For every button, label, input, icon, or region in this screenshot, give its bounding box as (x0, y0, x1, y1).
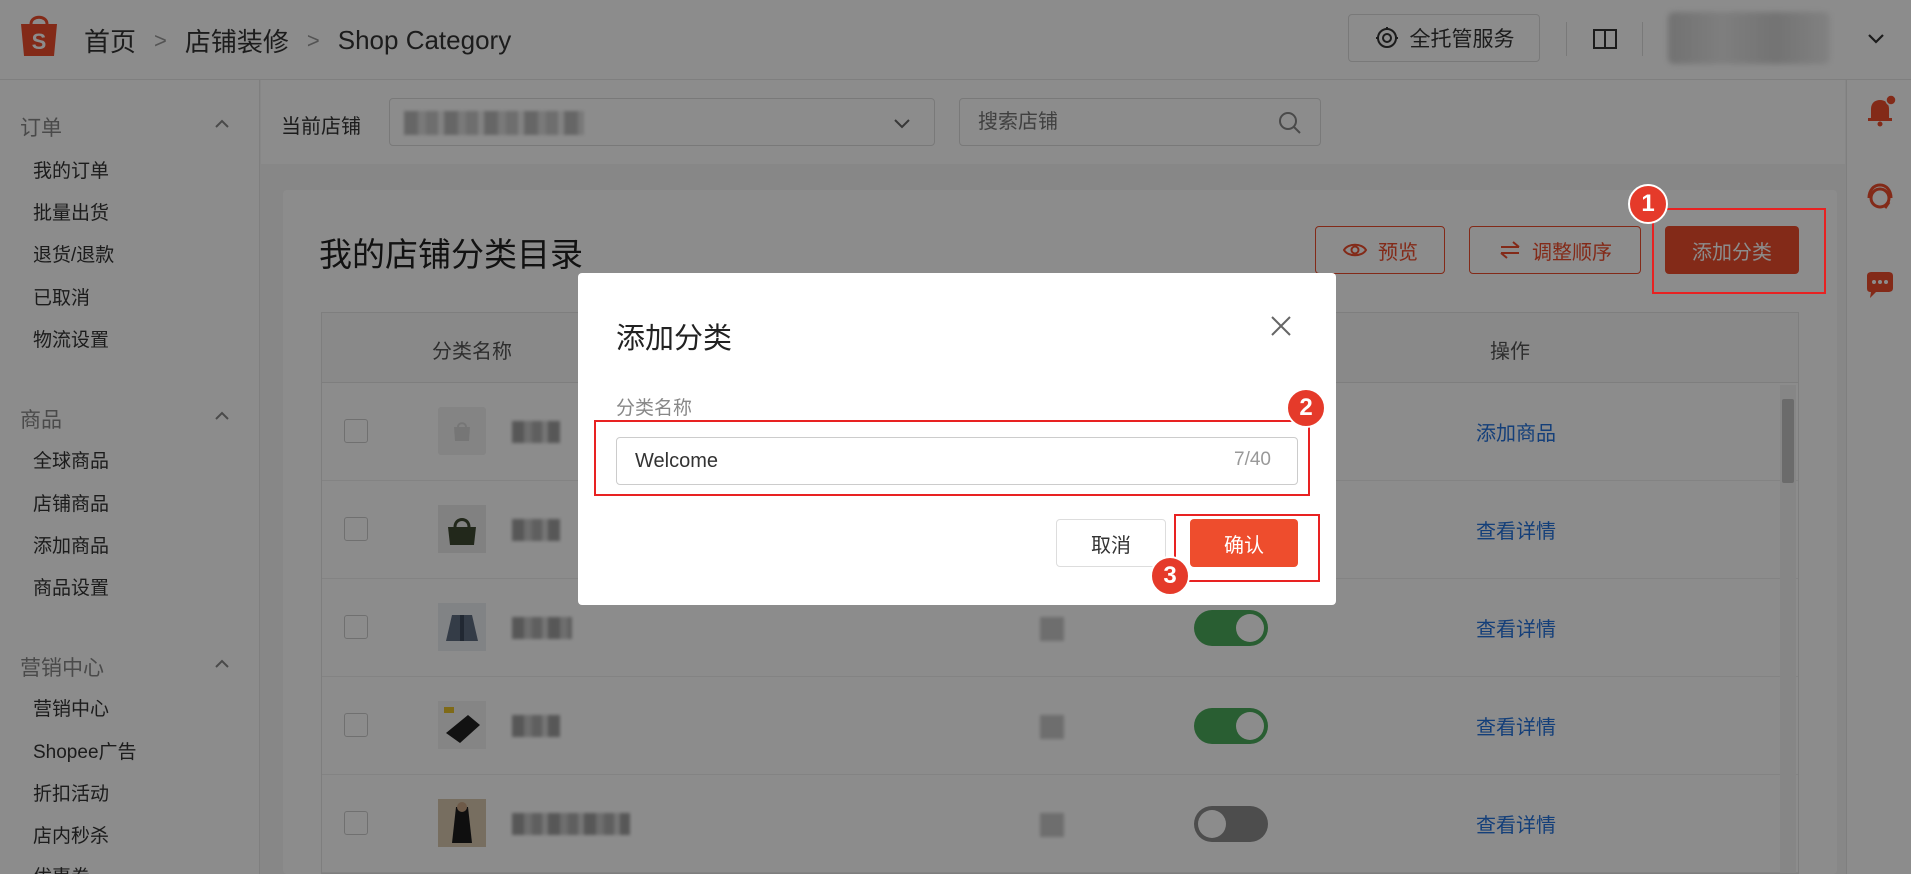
category-name-label: 分类名称 (616, 398, 693, 419)
dialog-title: 添加分类 (616, 323, 733, 355)
annotation-number-3: 3 (1150, 556, 1190, 596)
annotation-box-2 (594, 420, 1310, 496)
annotation-box-3 (1174, 514, 1320, 582)
annotation-number-2: 2 (1286, 388, 1326, 428)
cancel-button[interactable]: 取消 (1056, 519, 1166, 567)
annotation-number-1: 1 (1628, 184, 1668, 224)
annotation-box-1 (1652, 208, 1826, 294)
close-icon[interactable] (1268, 313, 1294, 339)
